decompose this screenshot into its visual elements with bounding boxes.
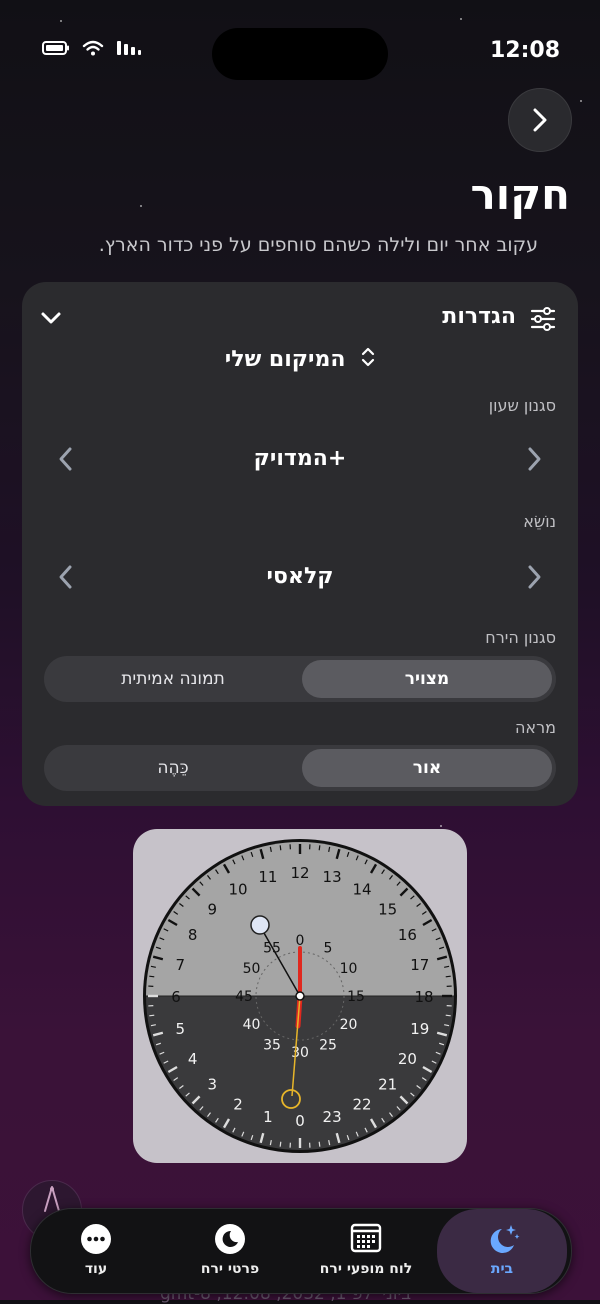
chevron-left-icon[interactable] — [58, 564, 74, 594]
hour-tick — [319, 1142, 320, 1147]
hour-label: 23 — [323, 1108, 342, 1126]
tab-more[interactable]: עוד — [31, 1209, 161, 1293]
hour-label: 5 — [175, 1020, 185, 1038]
moon-icon — [214, 1223, 246, 1259]
hour-label: 18 — [414, 988, 433, 1006]
minute-label: 45 — [235, 989, 253, 1005]
ellipsis-icon — [80, 1223, 112, 1259]
hour-label: 6 — [171, 988, 181, 1006]
moon-marker — [251, 916, 269, 934]
day-night-clock: 0123456789101112131415161718192021222305… — [133, 829, 467, 1163]
hour-label: 11 — [258, 868, 277, 886]
hour-tick — [446, 1015, 451, 1016]
hour-label: 0 — [295, 1112, 305, 1130]
theme-value: קלאסי — [22, 564, 578, 589]
hour-tick — [446, 976, 451, 977]
status-icons — [42, 40, 142, 56]
tab-more-label: עוד — [31, 1261, 161, 1277]
hour-label: 22 — [352, 1095, 371, 1113]
dynamic-island — [212, 28, 388, 80]
minute-label: 15 — [347, 989, 365, 1005]
forward-button[interactable] — [508, 88, 572, 152]
settings-card: הגדרות המיקום שלי סגנון שעון המדויק+ נוֹ… — [22, 282, 578, 806]
hour-tick — [149, 976, 154, 977]
hour-tick — [280, 845, 281, 850]
clock-style-picker: המדויק+ — [22, 440, 578, 480]
hour-label: 7 — [175, 956, 185, 974]
appearance-label: מראה — [515, 718, 556, 737]
hour-label: 1 — [263, 1108, 273, 1126]
hour-label: 3 — [208, 1076, 218, 1094]
star — [580, 100, 582, 102]
hour-label: 19 — [410, 1020, 429, 1038]
calendar-icon — [350, 1223, 382, 1257]
chevron-updown-icon — [361, 346, 375, 374]
theme-picker: קלאסי — [22, 558, 578, 598]
moon-stars-icon — [484, 1223, 520, 1261]
hour-label: 12 — [290, 864, 309, 882]
star — [440, 825, 442, 827]
chevron-right-icon — [531, 107, 549, 133]
location-selector[interactable]: המיקום שלי — [22, 346, 578, 374]
hour-tick — [319, 845, 320, 850]
wifi-icon — [82, 40, 104, 56]
signal-icon — [116, 40, 142, 56]
location-label: המיקום שלי — [225, 347, 346, 372]
clock-style-value: המדויק+ — [22, 446, 578, 471]
hour-label: 2 — [233, 1095, 243, 1113]
status-time: 12:08 — [490, 38, 560, 63]
tab-moon-calendar[interactable]: לוח מופעי ירח — [301, 1209, 431, 1293]
sliders-icon — [530, 306, 556, 336]
moon-style-option-photo[interactable]: תמונה אמיתית — [48, 660, 298, 698]
hour-label: 21 — [378, 1076, 397, 1094]
minute-label: 25 — [319, 1037, 337, 1053]
appearance-option-dark[interactable]: כֵּהֶה — [48, 749, 298, 787]
clock-widget[interactable]: 0123456789101112131415161718192021222305… — [133, 829, 467, 1163]
hour-label: 8 — [188, 926, 198, 944]
minute-label: 20 — [340, 1017, 358, 1033]
moon-style-option-drawn[interactable]: מצויר — [302, 660, 552, 698]
minute-label: 50 — [243, 961, 261, 977]
minute-label: 40 — [243, 1017, 261, 1033]
appearance-segmented: אור כֵּהֶה — [44, 745, 556, 791]
settings-header[interactable]: הגדרות — [22, 304, 578, 344]
theme-label: נוֹשֵׂא — [523, 512, 556, 531]
hour-label: 17 — [410, 956, 429, 974]
hour-label: 15 — [378, 900, 397, 918]
tab-bar: בית לוח מופעי ירח פרטי ירח עוד — [30, 1208, 572, 1294]
appearance-option-light[interactable]: אור — [302, 749, 552, 787]
hour-label: 16 — [398, 926, 417, 944]
page-title: חקור — [471, 170, 570, 219]
page-subtitle: עקוב אחר יום ולילה כשהם סוחפים על פני כד… — [99, 234, 538, 256]
tab-moon-calendar-label: לוח מופעי ירח — [301, 1261, 431, 1277]
star — [140, 205, 142, 207]
minute-label: 30 — [291, 1045, 309, 1061]
clock-style-label: סגנון שעון — [489, 396, 556, 415]
moon-style-segmented: מצויר תמונה אמיתית — [44, 656, 556, 702]
hour-label: 13 — [323, 868, 342, 886]
tab-home[interactable]: בית — [437, 1209, 567, 1293]
minute-label: 10 — [340, 961, 358, 977]
battery-icon — [42, 41, 70, 55]
tab-moon-details[interactable]: פרטי ירח — [165, 1209, 295, 1293]
minute-label: 5 — [324, 941, 333, 957]
hour-label: 20 — [398, 1050, 417, 1068]
chevron-left-icon[interactable] — [58, 446, 74, 476]
minute-label: 35 — [263, 1037, 281, 1053]
hour-tick — [149, 1015, 154, 1016]
hour-label: 10 — [228, 881, 247, 899]
tab-home-label: בית — [437, 1261, 567, 1277]
moon-style-label: סגנון הירח — [485, 628, 556, 647]
chevron-down-icon[interactable] — [40, 310, 62, 329]
clock-pivot — [296, 992, 304, 1000]
hour-tick — [280, 1142, 281, 1147]
hour-label: 4 — [188, 1050, 198, 1068]
settings-title: הגדרות — [442, 304, 516, 329]
hour-label: 9 — [208, 900, 218, 918]
tab-moon-details-label: פרטי ירח — [165, 1261, 295, 1277]
hour-label: 14 — [352, 881, 371, 899]
status-bar: 12:08 — [0, 0, 600, 100]
